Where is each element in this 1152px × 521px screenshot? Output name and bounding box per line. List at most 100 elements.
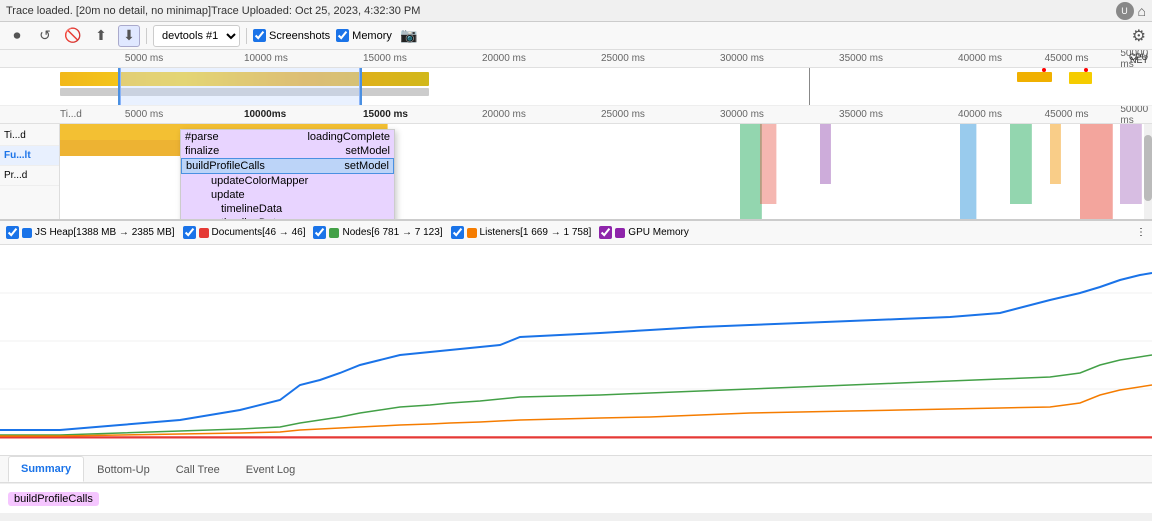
t2: 10000 ms: [244, 53, 288, 64]
memory-label[interactable]: Memory: [336, 29, 392, 42]
popup-finalize-label: finalize: [185, 145, 219, 157]
popup-set-model-2: setModel: [344, 160, 389, 172]
t5: 25000 ms: [601, 53, 645, 64]
bottom-tabs: Summary Bottom-Up Call Tree Event Log: [0, 455, 1152, 483]
top-bar: Trace loaded. [20m no detail, no minimap…: [0, 0, 1152, 22]
t6: 30000 ms: [720, 53, 764, 64]
screenshots-label[interactable]: Screenshots: [253, 29, 330, 42]
ft10: 50000 ms: [1120, 106, 1148, 124]
t9: 45000 ms: [1045, 53, 1089, 64]
legend-listeners-label: Listeners[1 669 → 1 758]: [480, 227, 592, 238]
separator-1: [146, 28, 147, 44]
red-dot-2: [1084, 68, 1088, 72]
selection-left-handle[interactable]: [118, 68, 120, 105]
selection-right-handle[interactable]: [360, 68, 362, 105]
ft3: 15000 ms: [363, 109, 408, 120]
legend-listeners: Listeners[1 669 → 1 758]: [451, 226, 592, 239]
record-button[interactable]: ⏺: [6, 25, 28, 47]
tab-bottom-up[interactable]: Bottom-Up: [84, 456, 163, 482]
popup-update[interactable]: update: [181, 188, 394, 202]
tab-summary[interactable]: Summary: [8, 456, 84, 482]
memory-panel: JS Heap[1388 MB → 2385 MB] Documents[46 …: [0, 220, 1152, 455]
vertical-scrollbar[interactable]: [1144, 124, 1152, 220]
t3: 15000 ms: [363, 53, 407, 64]
legend-gpu-color: [615, 228, 625, 238]
clear-button[interactable]: 🚫: [62, 25, 84, 47]
tab-event-log[interactable]: Event Log: [233, 456, 309, 482]
ft1: 5000 ms: [125, 109, 163, 120]
flame-popup: #parse loadingComplete finalize setModel…: [180, 129, 395, 220]
devtools-select[interactable]: devtools #1: [153, 25, 240, 47]
ft7: 35000 ms: [839, 109, 883, 120]
cpu-end-bar2: [1069, 72, 1092, 84]
user-avatar[interactable]: U: [1116, 2, 1134, 20]
popup-parse-label: #parse: [185, 131, 219, 143]
overview-bar[interactable]: [0, 68, 1152, 106]
flame-left-panel: Ti...d Fu...lt Pr...d: [0, 124, 60, 220]
popup-update-color[interactable]: updateColorMapper: [181, 174, 394, 188]
ft5: 25000 ms: [601, 109, 645, 120]
red-dot-1: [1042, 68, 1046, 72]
legend-nodes-checkbox[interactable]: [313, 226, 326, 239]
legend-nodes: Nodes[6 781 → 7 123]: [313, 226, 442, 239]
ft2: 10000ms: [244, 109, 286, 120]
trace-info: Trace loaded. [20m no detail, no minimap…: [6, 5, 1116, 17]
camera-icon[interactable]: 📷: [398, 25, 420, 47]
nodes-line: [0, 355, 1152, 435]
legend-js-heap: JS Heap[1388 MB → 2385 MB]: [6, 226, 175, 239]
popup-timeline-data-1-label: timelineData: [221, 203, 282, 215]
ft8: 40000 ms: [958, 109, 1002, 120]
popup-set-model-1: setModel: [345, 145, 390, 157]
memory-chart-svg: [0, 245, 1152, 440]
t4: 20000 ms: [482, 53, 526, 64]
flame-row-profile[interactable]: Pr...d: [0, 166, 59, 186]
legend-documents: Documents[46 → 46]: [183, 226, 306, 239]
t8: 40000 ms: [958, 53, 1002, 64]
popup-finalize[interactable]: finalize setModel: [181, 144, 394, 158]
popup-build-profile-label: buildProfileCalls: [186, 160, 265, 172]
function-tag[interactable]: buildProfileCalls: [8, 492, 99, 506]
popup-timeline-data-1[interactable]: timelineData: [181, 202, 394, 216]
t7: 35000 ms: [839, 53, 883, 64]
top-bar-icons: U ⌂: [1116, 2, 1146, 20]
separator-2: [246, 28, 247, 44]
upload-button[interactable]: ⬆: [90, 25, 112, 47]
legend-js-heap-checkbox[interactable]: [6, 226, 19, 239]
bottom-content: buildProfileCalls: [0, 483, 1152, 513]
ft9: 45000 ms: [1045, 109, 1089, 120]
popup-build-profile[interactable]: buildProfileCalls setModel: [181, 158, 394, 174]
screenshots-checkbox[interactable]: [253, 29, 266, 42]
listeners-line: [0, 385, 1152, 436]
legend-listeners-checkbox[interactable]: [451, 226, 464, 239]
ft0: Ti...d: [60, 109, 82, 120]
download-button[interactable]: ⬇: [118, 25, 140, 47]
legend-gpu-label: GPU Memory: [628, 227, 689, 238]
popup-loading-complete: loadingComplete: [307, 131, 390, 143]
refresh-button[interactable]: ↺: [34, 25, 56, 47]
ft4: 20000 ms: [482, 109, 526, 120]
legend-documents-label: Documents[46 → 46]: [212, 227, 306, 238]
memory-legend: JS Heap[1388 MB → 2385 MB] Documents[46 …: [0, 221, 1152, 245]
legend-documents-color: [199, 228, 209, 238]
flame-row-full[interactable]: Fu...lt: [0, 146, 59, 166]
cpu-end-bar1: [1017, 72, 1052, 82]
tab-call-tree[interactable]: Call Tree: [163, 456, 233, 482]
popup-update-color-label: updateColorMapper: [211, 175, 308, 187]
memory-checkbox[interactable]: [336, 29, 349, 42]
memory-menu-icon[interactable]: ⋮: [1136, 227, 1146, 238]
flame-ruler: Ti...d 5000 ms 10000ms 15000 ms 20000 ms…: [0, 106, 1152, 124]
toolbar: ⏺ ↺ 🚫 ⬆ ⬇ devtools #1 Screenshots Memory…: [0, 22, 1152, 50]
js-heap-line: [0, 273, 1152, 430]
legend-js-heap-color: [22, 228, 32, 238]
legend-documents-checkbox[interactable]: [183, 226, 196, 239]
legend-nodes-label: Nodes[6 781 → 7 123]: [342, 227, 442, 238]
settings-icon[interactable]: ⚙: [1132, 26, 1146, 46]
home-icon[interactable]: ⌂: [1138, 3, 1146, 19]
legend-gpu-checkbox[interactable]: [599, 226, 612, 239]
popup-parse[interactable]: #parse loadingComplete: [181, 130, 394, 144]
memory-chart: [0, 245, 1152, 440]
legend-js-heap-label: JS Heap[1388 MB → 2385 MB]: [35, 227, 175, 238]
flame-row-tid[interactable]: Ti...d: [0, 126, 59, 146]
overview-ruler: 5000 ms 10000 ms 15000 ms 20000 ms 25000…: [0, 50, 1152, 68]
flame-right-area[interactable]: #parse loadingComplete finalize setModel…: [60, 124, 1152, 220]
